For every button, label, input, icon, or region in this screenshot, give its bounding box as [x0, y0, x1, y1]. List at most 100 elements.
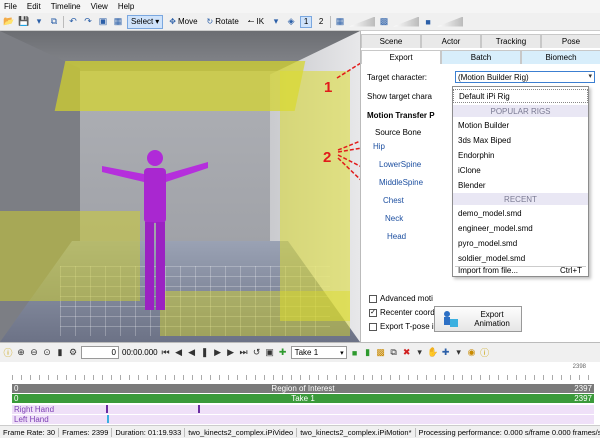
actor-opacity-slider[interactable] — [437, 16, 464, 27]
actor-visibility-icon[interactable]: ■ — [422, 16, 434, 28]
export-animation-button[interactable]: Export Animation — [434, 306, 522, 332]
tab-biomech[interactable]: Biomech — [521, 50, 600, 64]
recenter-checkbox-row[interactable]: ✓ Recenter coord — [369, 308, 435, 317]
view-1-button[interactable]: 1 — [300, 15, 313, 28]
right-hand-track[interactable]: Right Hand — [12, 405, 594, 414]
select-tool-button[interactable]: Select ▾ — [127, 14, 164, 29]
show-target-label: Show target chara — [367, 92, 432, 101]
opacity-slider[interactable] — [349, 16, 376, 27]
advanced-motion-checkbox-row[interactable]: Advanced moti — [369, 294, 433, 303]
tab-pose[interactable]: Pose — [541, 34, 600, 48]
menu-file[interactable]: File — [4, 2, 17, 11]
ik-tool-button[interactable]: ↼ IK — [245, 15, 267, 29]
take-copy-icon[interactable]: ⧉ — [389, 347, 399, 359]
dropdown-item-import-from-file[interactable]: Import from file... Ctrl+T — [453, 263, 588, 277]
3d-viewport[interactable]: 1 2 — [0, 31, 360, 342]
dropdown-item-blender[interactable]: Blender — [453, 178, 588, 192]
dropdown-item-3ds-max-biped[interactable]: 3ds Max Biped — [453, 133, 588, 147]
list-item[interactable]: MiddleSpine — [367, 178, 447, 196]
loop-icon[interactable]: ↺ — [252, 347, 262, 359]
zoom-fit-icon[interactable]: ⊙ — [42, 347, 52, 359]
list-item[interactable]: Head — [367, 232, 447, 250]
copy-icon[interactable]: ⧉ — [48, 16, 60, 28]
rotate-tool-button[interactable]: ↻ Rotate — [204, 15, 242, 29]
take-folder-icon[interactable]: ▩ — [376, 347, 386, 359]
dropdown-item-default-rig[interactable]: Default iPi Rig — [453, 89, 588, 103]
dropdown-header-recent: RECENT — [453, 193, 588, 205]
redo-icon[interactable]: ↷ — [82, 16, 94, 28]
view-options-icon[interactable]: ▦ — [112, 16, 124, 28]
dropdown-item-recent[interactable]: demo_model.smd — [453, 206, 588, 220]
go-to-end-icon[interactable]: ⏭ — [239, 347, 249, 359]
menu-view[interactable]: View — [91, 2, 108, 11]
marker-options-icon[interactable]: ▾ — [454, 347, 464, 359]
tab-tracking[interactable]: Tracking — [481, 34, 541, 48]
timeline[interactable]: 2398 0 Region of Interest 2397 0 Take 1 … — [0, 362, 600, 425]
right-hand-marker[interactable] — [198, 405, 200, 413]
help-icon[interactable]: ⓘ — [3, 347, 13, 359]
help-right-icon[interactable]: ⓘ — [480, 347, 490, 359]
play-backward-icon[interactable]: ◀ — [187, 347, 197, 359]
list-item[interactable]: Neck — [367, 214, 447, 232]
tab-actor[interactable]: Actor — [421, 34, 481, 48]
left-hand-track[interactable]: Left Hand — [12, 415, 594, 424]
camera-icon[interactable]: ◈ — [285, 16, 297, 28]
previous-frame-icon[interactable]: ◀ — [174, 347, 184, 359]
play-icon[interactable]: ▶ — [213, 347, 223, 359]
delete-icon[interactable]: ✖ — [402, 347, 412, 359]
target-character-select[interactable]: (Motion Builder Rig) ▾ — [455, 71, 595, 83]
region-of-interest-track[interactable]: 0 Region of Interest 2397 — [12, 384, 594, 393]
dropdown-item-recent[interactable]: engineer_model.smd — [453, 221, 588, 235]
frame-step-icon[interactable]: ▣ — [265, 347, 275, 359]
list-item[interactable]: Chest — [367, 196, 447, 214]
save-dropdown-icon[interactable]: ▾ — [33, 16, 45, 28]
range-icon[interactable]: ▮ — [55, 347, 65, 359]
frame-icon[interactable]: ▣ — [97, 16, 109, 28]
zoom-in-icon[interactable]: ⊕ — [16, 347, 26, 359]
tab-export[interactable]: Export — [361, 50, 441, 64]
dropdown-item-recent[interactable]: pyro_model.smd — [453, 236, 588, 250]
dropdown-item-endorphin[interactable]: Endorphin — [453, 148, 588, 162]
grid-icon[interactable]: ▦ — [334, 16, 346, 28]
dropdown-item-iclone[interactable]: iClone — [453, 163, 588, 177]
menu-timeline[interactable]: Timeline — [51, 2, 81, 11]
undo-icon[interactable]: ↶ — [67, 16, 79, 28]
next-frame-icon[interactable]: ▶ — [226, 347, 236, 359]
add-take-icon[interactable]: ✚ — [278, 347, 288, 359]
list-item[interactable]: LowerSpine — [367, 160, 447, 178]
menu-help[interactable]: Help — [118, 2, 134, 11]
take-more-icon[interactable]: ▾ — [415, 347, 425, 359]
open-folder-icon[interactable]: 📂 — [3, 16, 15, 28]
recenter-checkbox[interactable]: ✓ — [369, 308, 377, 317]
pause-icon[interactable]: ❚ — [200, 347, 210, 359]
take-select[interactable]: Take 1 ▾ — [290, 346, 347, 359]
save-icon[interactable]: 💾 — [18, 16, 30, 28]
left-hand-marker[interactable] — [107, 415, 109, 423]
magnet-icon[interactable]: ◉ — [467, 347, 477, 359]
list-item[interactable]: Hip — [367, 142, 447, 160]
actor-figure[interactable] — [100, 146, 210, 316]
tab-batch[interactable]: Batch — [441, 50, 521, 64]
main-toolbar: 📂 💾 ▾ ⧉ ↶ ↷ ▣ ▦ Select ▾ ✥ Move ↻ Rotate… — [0, 13, 600, 31]
take-track[interactable]: 0 Take 1 2397 — [12, 394, 594, 403]
move-tool-button[interactable]: ✥ Move — [166, 15, 200, 29]
ik-dropdown-icon[interactable]: ▾ — [270, 16, 282, 28]
advanced-motion-checkbox[interactable] — [369, 294, 377, 303]
hand-icon[interactable]: ✋ — [427, 347, 438, 359]
view-2-button[interactable]: 2 — [315, 16, 327, 28]
settings-icon[interactable]: ⚙ — [68, 347, 78, 359]
add-marker-icon[interactable]: ✚ — [441, 347, 451, 359]
pointcloud-icon[interactable]: ▩ — [378, 16, 390, 28]
zoom-out-icon[interactable]: ⊖ — [29, 347, 39, 359]
tab-scene[interactable]: Scene — [361, 34, 421, 48]
menu-edit[interactable]: Edit — [27, 2, 41, 11]
frame-input[interactable]: 0 — [81, 346, 119, 359]
go-to-start-icon[interactable]: ⏮ — [161, 347, 171, 359]
dropdown-item-motion-builder[interactable]: Motion Builder — [453, 118, 588, 132]
export-tpose-checkbox[interactable] — [369, 322, 377, 331]
take-green-icon[interactable]: ■ — [350, 347, 360, 359]
right-hand-marker[interactable] — [106, 405, 108, 413]
pointcloud-slider[interactable] — [393, 16, 420, 27]
timeline-ruler[interactable] — [12, 364, 592, 380]
take-split-icon[interactable]: ▮ — [363, 347, 373, 359]
